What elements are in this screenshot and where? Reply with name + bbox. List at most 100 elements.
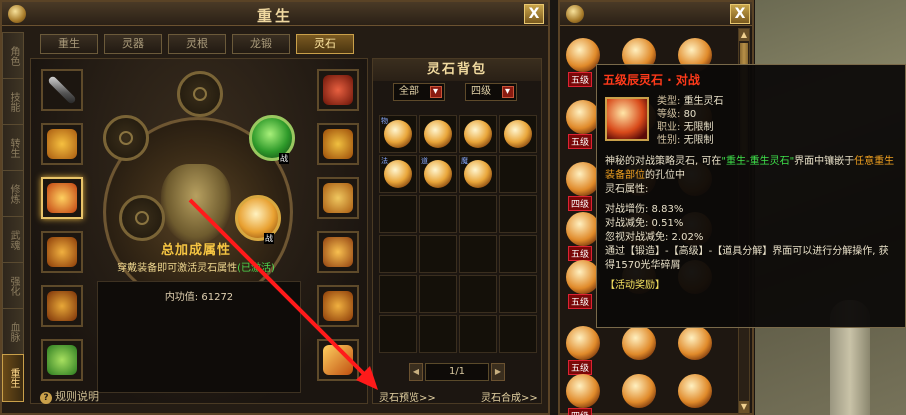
close-button[interactable]: X — [730, 4, 750, 24]
bag-cell[interactable]: 魔 — [459, 155, 497, 193]
equip-slot-ring-2[interactable] — [317, 285, 359, 327]
bag-cell[interactable] — [419, 195, 457, 233]
side-tab-bloodline[interactable]: 血脉 — [2, 308, 24, 356]
side-tab-transmigrate[interactable]: 转生 — [2, 124, 24, 172]
attr-line: 对战减免: 0.51% — [605, 218, 684, 229]
inventory-stone[interactable] — [566, 374, 600, 408]
equip-slot-armor[interactable] — [41, 177, 83, 219]
desc-link: "重生-重生灵石" — [721, 156, 795, 167]
level-filter-dropdown[interactable]: 四级 — [465, 83, 517, 101]
bag-cell[interactable] — [379, 235, 417, 273]
level-label: 等级: — [657, 109, 681, 120]
dragon-emblem — [161, 164, 231, 244]
question-icon: ? — [40, 392, 52, 404]
bag-cell[interactable] — [459, 275, 497, 313]
side-tab-enhance[interactable]: 强化 — [2, 262, 24, 310]
tab-dragon-forge[interactable]: 龙锻 — [232, 34, 290, 54]
inventory-stone[interactable] — [678, 326, 712, 360]
internal-power-stat: 内功值: 61272 — [164, 292, 234, 303]
stone-socket-bottom-right[interactable] — [235, 195, 281, 241]
inventory-stone[interactable] — [622, 374, 656, 408]
scroll-up-icon[interactable]: ▲ — [739, 29, 749, 41]
attr-line: 忽视对战减免: 2.02% — [605, 232, 704, 243]
gender-value: 无限制 — [683, 135, 714, 146]
inventory-stone[interactable] — [566, 260, 600, 294]
window-gem-icon — [566, 5, 584, 23]
inventory-stone[interactable] — [622, 326, 656, 360]
equip-slot-weapon[interactable] — [41, 69, 83, 111]
socket-tag: 战 — [279, 153, 289, 164]
inventory-stone[interactable] — [566, 38, 600, 72]
bag-cell[interactable] — [459, 195, 497, 233]
bag-cell[interactable]: 法 — [379, 155, 417, 193]
spirit-stone-item — [424, 160, 452, 188]
stone-level-label: 四级 — [568, 408, 593, 415]
side-tab-rebirth[interactable]: 重生 — [2, 354, 24, 402]
bag-cell[interactable] — [379, 315, 417, 353]
tab-rebirth[interactable]: 重生 — [40, 34, 98, 54]
equip-slot-medal[interactable] — [317, 339, 359, 381]
side-tab-role[interactable]: 角色 — [2, 32, 24, 80]
prev-page-button[interactable]: ◀ — [409, 363, 423, 381]
bag-cell[interactable]: 道 — [419, 155, 457, 193]
decompose-text: 通过【锻造】-【高级】-【道具分解】界面可以进行分解操作, 获 — [605, 246, 889, 257]
reward-tag: 【活动奖励】 — [605, 280, 665, 291]
item-tooltip: 五级辰灵石 · 对战 类型: 重生灵石 等级: 80 职业: 无限制 性别: 无… — [596, 64, 906, 328]
side-tab-warsoul[interactable]: 武魂 — [2, 216, 24, 264]
equip-slot-necklace[interactable] — [317, 177, 359, 219]
scroll-down-icon[interactable]: ▼ — [739, 401, 749, 413]
bag-cell[interactable] — [459, 315, 497, 353]
inventory-titlebar[interactable]: X — [560, 2, 752, 26]
bag-cell[interactable] — [499, 155, 537, 193]
side-tab-cultivate[interactable]: 修炼 — [2, 170, 24, 218]
bag-cell[interactable] — [499, 115, 537, 153]
stone-type-tag: 魔 — [461, 157, 468, 165]
bag-cell[interactable] — [379, 275, 417, 313]
bag-cell[interactable] — [499, 275, 537, 313]
equip-slot-ring-1[interactable] — [317, 123, 359, 165]
bag-cell[interactable] — [419, 235, 457, 273]
type-filter-value: 全部 — [399, 86, 419, 97]
bonus-title: 总加成属性 — [160, 243, 231, 258]
level-value: 80 — [683, 109, 697, 120]
stone-socket-left[interactable] — [103, 115, 149, 161]
equip-slot-amulet[interactable] — [41, 339, 83, 381]
stone-level-label: 五级 — [568, 134, 593, 149]
next-page-button[interactable]: ▶ — [491, 363, 505, 381]
side-tab-skills[interactable]: 技能 — [2, 78, 24, 126]
close-button[interactable]: X — [524, 4, 544, 24]
bag-cell[interactable] — [419, 315, 457, 353]
chevron-down-icon — [502, 84, 514, 100]
bag-cell[interactable] — [419, 275, 457, 313]
type-filter-dropdown[interactable]: 全部 — [393, 83, 445, 101]
equip-slot-bracelet[interactable] — [317, 69, 359, 111]
inventory-stone[interactable] — [678, 374, 712, 408]
rules-link[interactable]: ? 规则说明 — [40, 388, 99, 404]
bag-cell[interactable] — [499, 195, 537, 233]
tab-spirit-root[interactable]: 灵根 — [168, 34, 226, 54]
rebirth-titlebar[interactable]: 重生 X — [2, 2, 548, 26]
bag-cell[interactable] — [419, 115, 457, 153]
inventory-stone[interactable] — [566, 162, 600, 196]
inventory-stone[interactable] — [566, 326, 600, 360]
stone-socket-bottom-left[interactable] — [119, 195, 165, 241]
inventory-stone[interactable] — [566, 212, 600, 246]
inventory-stone[interactable] — [566, 100, 600, 134]
bag-cell[interactable] — [499, 235, 537, 273]
equip-slot-glove[interactable] — [317, 231, 359, 273]
bag-cell[interactable] — [379, 195, 417, 233]
equip-slot-helmet[interactable] — [41, 123, 83, 165]
equip-slot-boots[interactable] — [41, 285, 83, 327]
spirit-stone-bag: 灵石背包 全部 四级 物法 道 魔 ◀ 1/1 ▶ 灵石预览>> 灵石合成>> — [372, 58, 542, 404]
stone-preview-link[interactable]: 灵石预览>> — [379, 389, 436, 404]
bag-cell[interactable] — [459, 115, 497, 153]
tab-spirit-weapon[interactable]: 灵器 — [104, 34, 162, 54]
stone-socket-top[interactable] — [177, 71, 223, 117]
stone-compose-link[interactable]: 灵石合成>> — [481, 389, 538, 404]
tab-spirit-stone[interactable]: 灵石 — [296, 34, 354, 54]
attr-header: 灵石属性: — [605, 184, 649, 195]
bag-cell[interactable] — [459, 235, 497, 273]
spirit-stone-item — [464, 120, 492, 148]
bag-cell[interactable]: 物 — [379, 115, 417, 153]
bag-cell[interactable] — [499, 315, 537, 353]
